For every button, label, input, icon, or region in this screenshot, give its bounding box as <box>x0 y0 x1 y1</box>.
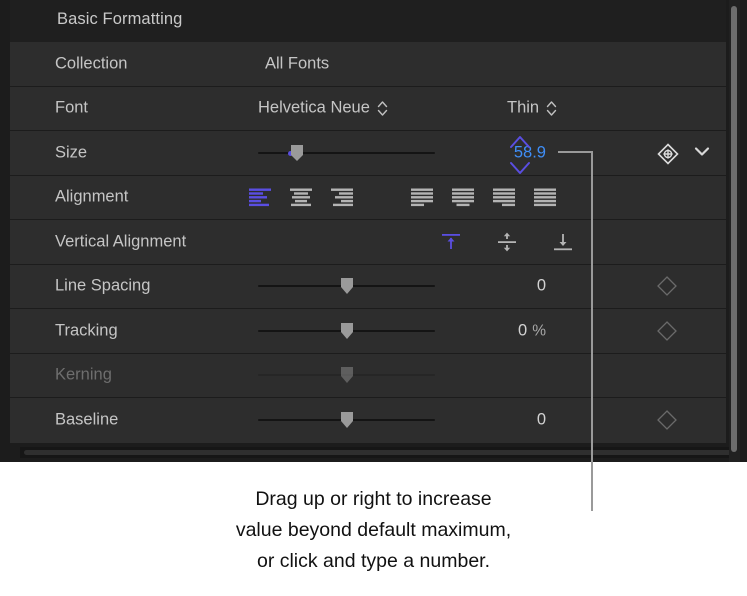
panel-right-edge <box>741 0 747 462</box>
row-tracking: Tracking 0% <box>10 309 726 354</box>
font-family-value: Helvetica Neue <box>258 99 370 118</box>
inspector-body: Basic Formatting Collection All Fonts Font… <box>10 0 726 462</box>
value-field-baseline[interactable]: 0 <box>537 411 546 430</box>
value-number: 0 <box>537 277 546 295</box>
vertical-scrollbar-thumb[interactable] <box>731 6 737 452</box>
slider-handle[interactable] <box>337 321 357 341</box>
value-number: 0 <box>537 411 546 429</box>
row-line-spacing: Line Spacing 0 <box>10 265 726 310</box>
row-label: Baseline <box>55 411 118 430</box>
keyframe-add-icon[interactable] <box>656 142 678 164</box>
font-family-selector[interactable]: Helvetica Neue <box>258 99 387 118</box>
vertical-alignment-button-group <box>438 231 576 253</box>
justify-right-button[interactable] <box>491 186 517 208</box>
valign-bottom-button[interactable] <box>550 231 576 253</box>
parameter-rows: Collection All Fonts Font Helvetica Neue Thi… <box>10 42 726 443</box>
panel-header: Basic Formatting <box>10 0 726 42</box>
page-title: Basic Formatting <box>57 10 182 29</box>
keyframe-diamond-icon[interactable] <box>656 320 678 342</box>
row-alignment: Alignment <box>10 176 726 221</box>
value-field-tracking[interactable]: 0% <box>518 321 546 340</box>
align-left-button[interactable] <box>247 186 273 208</box>
slider-handle[interactable] <box>337 365 357 385</box>
caption-text: Drag up or right to increase value beyon… <box>0 484 747 577</box>
slider-handle[interactable] <box>337 410 357 430</box>
row-label: Vertical Alignment <box>55 232 186 251</box>
value-number: 0 <box>518 321 527 339</box>
row-label: Line Spacing <box>55 277 150 296</box>
chevron-down-icon[interactable] <box>693 144 711 162</box>
slider-line-spacing[interactable] <box>258 275 435 297</box>
justify-left-button[interactable] <box>409 186 435 208</box>
row-label: Alignment <box>55 188 128 207</box>
justify-full-button[interactable] <box>532 186 558 208</box>
row-label: Collection <box>55 54 127 73</box>
slider-tracking[interactable] <box>258 320 435 342</box>
text-inspector-panel: Basic Formatting Collection All Fonts Font… <box>0 0 747 462</box>
caption-line-2: value beyond default maximum, <box>0 515 747 546</box>
row-collection: Collection All Fonts <box>10 42 726 87</box>
up-down-chevron-icon[interactable] <box>377 100 387 117</box>
row-label: Size <box>55 143 87 162</box>
valign-top-button[interactable] <box>438 231 464 253</box>
up-down-chevron-stepper-icon[interactable] <box>508 133 530 173</box>
value-unit: % <box>532 322 546 339</box>
justify-center-button[interactable] <box>450 186 476 208</box>
slider-size[interactable] <box>258 142 435 164</box>
up-down-chevron-icon[interactable] <box>546 100 556 117</box>
font-style-selector[interactable]: Thin <box>507 99 556 118</box>
horizontal-scrollbar[interactable] <box>24 450 732 455</box>
alignment-button-group <box>247 186 558 208</box>
font-style-value: Thin <box>507 99 539 118</box>
caption-line-1: Drag up or right to increase <box>0 484 747 515</box>
row-label: Kerning <box>55 366 112 385</box>
align-right-button[interactable] <box>329 186 355 208</box>
caption-line-3: or click and type a number. <box>0 546 747 577</box>
keyframe-diamond-icon[interactable] <box>656 275 678 297</box>
row-label: Font <box>55 99 88 118</box>
keyframe-diamond-icon[interactable] <box>656 409 678 431</box>
row-font: Font Helvetica Neue Thin <box>10 87 726 132</box>
align-center-button[interactable] <box>288 186 314 208</box>
row-vertical-alignment: Vertical Alignment <box>10 220 726 265</box>
slider-track[interactable] <box>258 152 435 154</box>
row-kerning: Kerning <box>10 354 726 399</box>
row-size: Size58.9 <box>10 131 726 176</box>
collection-value[interactable]: All Fonts <box>265 54 329 73</box>
value-field-line-spacing[interactable]: 0 <box>537 277 546 296</box>
row-label: Tracking <box>55 321 118 340</box>
row-baseline: Baseline 0 <box>10 398 726 443</box>
slider-kerning[interactable] <box>258 364 435 386</box>
slider-handle[interactable] <box>337 276 357 296</box>
valign-middle-button[interactable] <box>494 231 520 253</box>
slider-handle[interactable] <box>287 143 307 163</box>
slider-baseline[interactable] <box>258 409 435 431</box>
